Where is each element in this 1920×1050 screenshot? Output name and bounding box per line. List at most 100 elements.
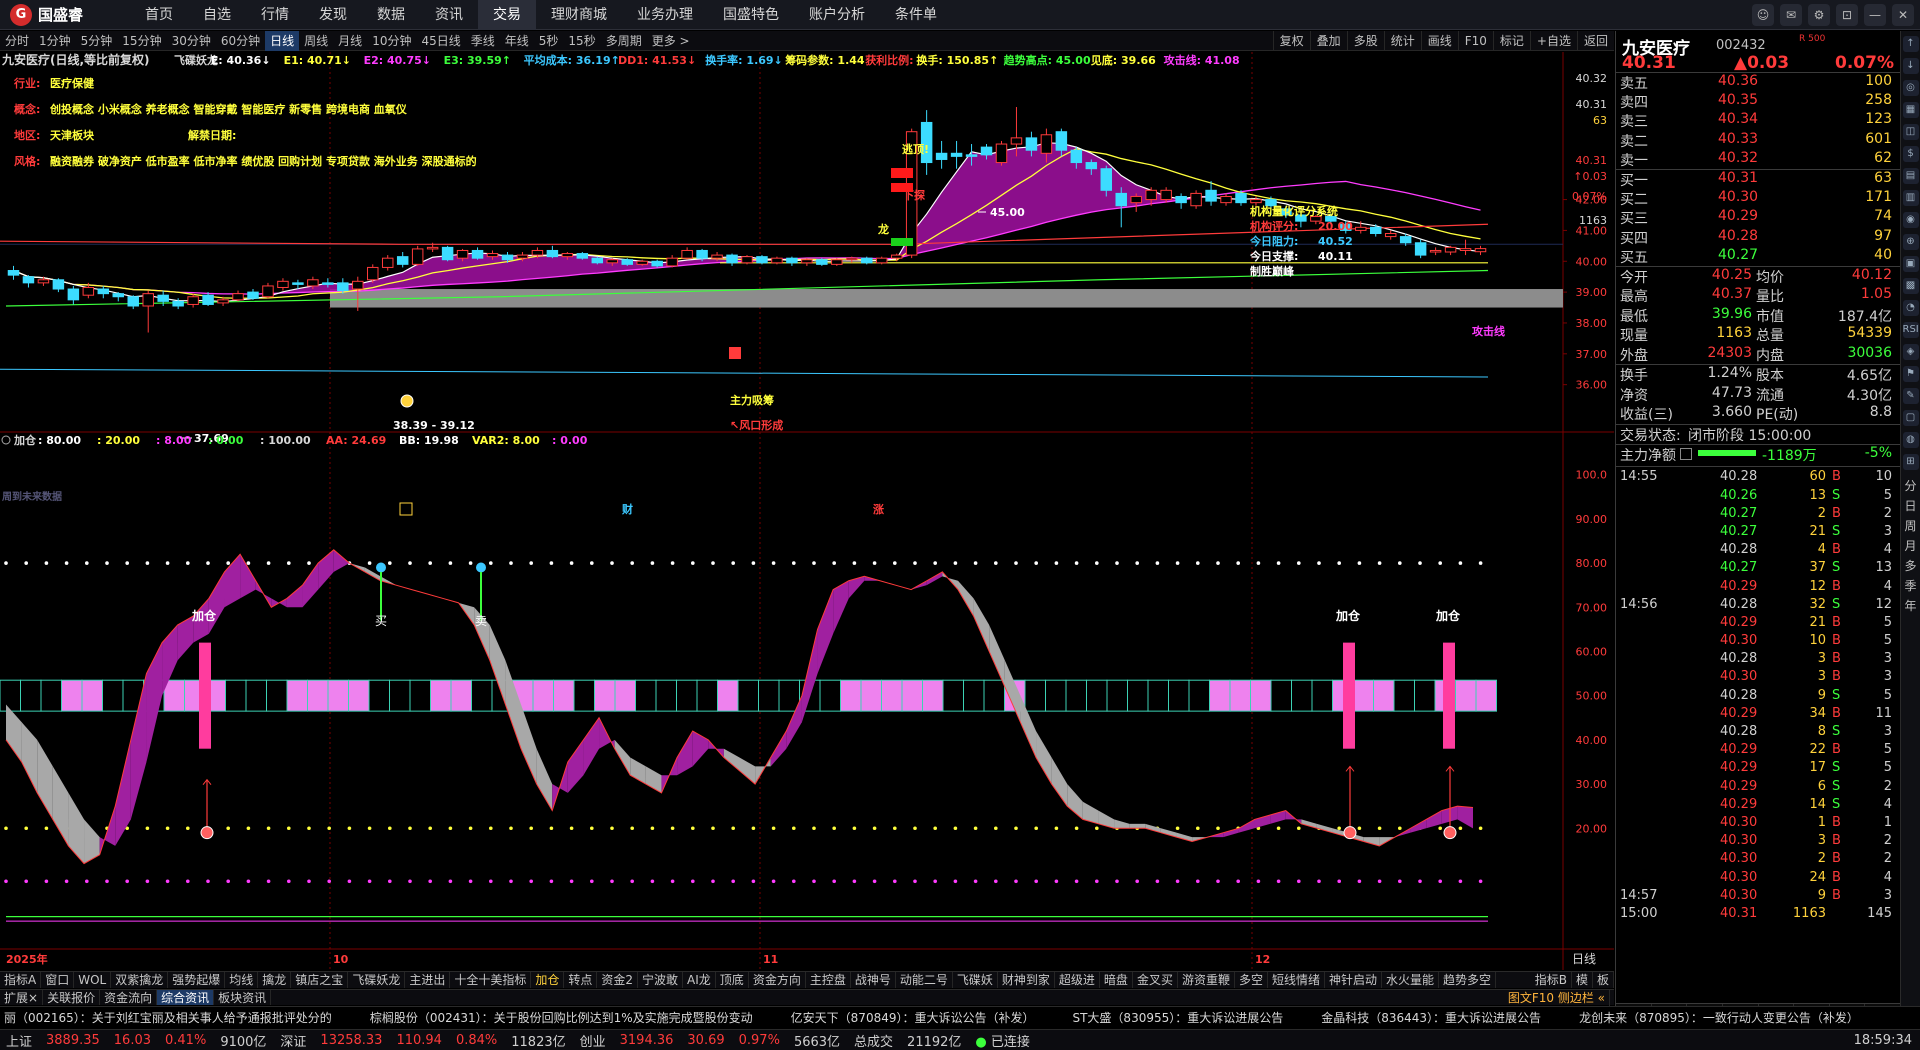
indicator-tab[interactable]: 趋势多空 xyxy=(1439,972,1497,988)
tool-5[interactable]: F10 xyxy=(1457,31,1493,51)
period-16[interactable]: 更多 > xyxy=(647,31,695,51)
ticker-item[interactable]: 金晶科技（836443）：重大诉讼进展公告 xyxy=(1321,1009,1541,1026)
tick-list[interactable]: 14:55 40.28 60 B 10 40.26 13 S 5 40.27 2 B 2 40.27 21 S… xyxy=(1616,467,1900,924)
period-2[interactable]: 5分钟 xyxy=(76,31,118,51)
indicator-tab[interactable]: AI龙 xyxy=(683,972,716,988)
ticker-item[interactable]: 棕榈股份（002431）：关于股份回购比例达到1%及实施完成暨股份变动 xyxy=(370,1009,753,1026)
ask-row[interactable]: 卖二 40.33 601 xyxy=(1616,131,1900,150)
side-tool-icon[interactable]: ⊕ xyxy=(1902,234,1919,250)
indicator-tab[interactable]: 动能二号 xyxy=(896,972,953,988)
bid-row[interactable]: 买五 40.27 40 xyxy=(1616,247,1900,266)
menu-item-10[interactable]: 账户分析 xyxy=(794,0,880,30)
ask-row[interactable]: 卖四 40.35 258 xyxy=(1616,92,1900,111)
indicator-tab[interactable]: 飞碟妖 xyxy=(953,972,998,988)
close-icon[interactable]: ✕ xyxy=(1892,4,1914,26)
indicator-tab[interactable]: 金叉买 xyxy=(1133,972,1178,988)
indicator-tab[interactable]: 飞碟妖龙 xyxy=(348,972,406,988)
menu-item-0[interactable]: 首页 xyxy=(130,0,188,30)
side-tool-icon[interactable]: ↓ xyxy=(1902,58,1919,74)
period-8[interactable]: 月线 xyxy=(333,31,367,51)
side-period-4[interactable]: 多 xyxy=(1901,556,1920,576)
indicator-tab[interactable]: WOL xyxy=(74,972,112,988)
period-7[interactable]: 周线 xyxy=(299,31,333,51)
period-3[interactable]: 15分钟 xyxy=(117,31,166,51)
ticker-item[interactable]: 丽（002165）：关于刘红宝丽及相关事人给予通报批评处分的 xyxy=(4,1009,332,1026)
menu-item-9[interactable]: 国盛特色 xyxy=(708,0,794,30)
tool-2[interactable]: 多股 xyxy=(1346,31,1384,51)
menu-item-7[interactable]: 理财商城 xyxy=(536,0,622,30)
side-tool-icon[interactable]: ▥ xyxy=(1902,190,1919,206)
news-tab[interactable]: 扩展× xyxy=(0,990,44,1005)
menu-item-2[interactable]: 行情 xyxy=(246,0,304,30)
side-tool-icon[interactable]: ✎ xyxy=(1902,388,1919,404)
period-15[interactable]: 多周期 xyxy=(601,31,647,51)
indicator-tab[interactable]: 短线情绪 xyxy=(1268,972,1325,988)
indicator-tab[interactable]: 主进出 xyxy=(405,972,451,988)
side-tool-icon[interactable]: ▢ xyxy=(1902,410,1919,426)
tool-3[interactable]: 统计 xyxy=(1383,31,1421,51)
side-tool-icon[interactable]: ↑ xyxy=(1902,36,1919,52)
side-tool-icon[interactable]: ◉ xyxy=(1902,212,1919,228)
ask-row[interactable]: 卖一 40.32 62 xyxy=(1616,150,1900,169)
side-tool-icon[interactable]: RSI xyxy=(1902,322,1919,338)
main-net-toggle-icon[interactable] xyxy=(1680,448,1692,461)
indicator-tab[interactable]: 强势起爆 xyxy=(168,972,226,988)
indicator-right-tab[interactable]: 模 xyxy=(1572,972,1593,988)
indicator-tab[interactable]: 加仓 xyxy=(531,972,565,988)
period-14[interactable]: 15秒 xyxy=(563,31,600,51)
news-tab[interactable]: 综合资讯 xyxy=(157,990,215,1005)
tool-1[interactable]: 叠加 xyxy=(1309,31,1347,51)
tool-4[interactable]: 画线 xyxy=(1420,31,1458,51)
chart-area[interactable]: 九安医疗(日线,等比前复权) 飞碟妖龙 E: 40.36↓ E1: 40.71↓ E2:… xyxy=(0,52,1614,970)
indicator-tab[interactable]: 资金方向 xyxy=(749,972,806,988)
indicator-tab[interactable]: 顶底 xyxy=(716,972,749,988)
news-tab[interactable]: 板块资讯 xyxy=(214,990,272,1005)
news-tab[interactable]: 资金流向 xyxy=(100,990,158,1005)
menu-item-4[interactable]: 数据 xyxy=(362,0,420,30)
side-period-0[interactable]: 分 xyxy=(1901,476,1920,496)
period-4[interactable]: 30分钟 xyxy=(167,31,216,51)
side-tool-icon[interactable]: ⊞ xyxy=(1902,454,1919,470)
indicator-tab[interactable]: 十全十美指标 xyxy=(450,972,532,988)
f10-sidebar-toggle[interactable]: 图文F10 侧边栏 « xyxy=(1504,990,1610,1006)
side-period-3[interactable]: 月 xyxy=(1901,536,1920,556)
sz-index-label[interactable]: 深证 xyxy=(280,1031,306,1050)
period-12[interactable]: 年线 xyxy=(500,31,534,51)
side-tool-icon[interactable]: ▣ xyxy=(1902,256,1919,272)
menu-item-6[interactable]: 交易 xyxy=(478,0,536,30)
side-tool-icon[interactable]: ▩ xyxy=(1902,278,1919,294)
side-period-5[interactable]: 季 xyxy=(1901,576,1920,596)
bid-row[interactable]: 买四 40.28 97 xyxy=(1616,228,1900,247)
indicator-tab[interactable]: 双紫擒龙 xyxy=(111,972,169,988)
indicator-tab[interactable]: 多空 xyxy=(1235,972,1268,988)
menu-item-3[interactable]: 发现 xyxy=(304,0,362,30)
cy-index-label[interactable]: 创业 xyxy=(580,1031,606,1050)
connection-status[interactable]: ● 已连接 xyxy=(975,1031,1030,1050)
tool-7[interactable]: +自选 xyxy=(1529,31,1577,51)
tool-0[interactable]: 复权 xyxy=(1272,31,1310,51)
indicator-tab[interactable]: 窗口 xyxy=(41,972,75,988)
period-10[interactable]: 45日线 xyxy=(416,31,465,51)
indicator-tab[interactable]: 转点 xyxy=(564,972,598,988)
message-icon[interactable]: ✉ xyxy=(1780,4,1802,26)
ask-row[interactable]: 卖五 40.36 100 xyxy=(1616,73,1900,92)
settings-icon[interactable]: ⚙ xyxy=(1808,4,1830,26)
news-ticker[interactable]: 丽（002165）：关于刘红宝丽及相关事人给予通报批评处分的 棕榈股份（00243… xyxy=(0,1006,1920,1028)
indicator-tab[interactable]: 神针启动 xyxy=(1325,972,1383,988)
indicator-tab[interactable]: 水火量能 xyxy=(1382,972,1440,988)
indicator-tab[interactable]: 擒龙 xyxy=(258,972,292,988)
period-11[interactable]: 季线 xyxy=(466,31,500,51)
side-tool-icon[interactable]: ◈ xyxy=(1902,344,1919,360)
side-tool-icon[interactable]: $ xyxy=(1902,146,1919,162)
indicator-right-tab[interactable]: 板 xyxy=(1593,972,1614,988)
sh-index-label[interactable]: 上证 xyxy=(6,1031,32,1050)
side-tool-icon[interactable]: ⚑ xyxy=(1902,366,1919,382)
menu-item-8[interactable]: 业务办理 xyxy=(622,0,708,30)
ticker-item[interactable]: ST大盛（830955）：重大诉讼进展公告 xyxy=(1072,1009,1283,1026)
minimize-icon[interactable]: — xyxy=(1864,4,1886,26)
bid-row[interactable]: 买二 40.30 171 xyxy=(1616,189,1900,208)
period-9[interactable]: 10分钟 xyxy=(367,31,416,51)
side-period-2[interactable]: 周 xyxy=(1901,516,1920,536)
period-5[interactable]: 60分钟 xyxy=(216,31,265,51)
indicator-tab[interactable]: 均线 xyxy=(225,972,259,988)
